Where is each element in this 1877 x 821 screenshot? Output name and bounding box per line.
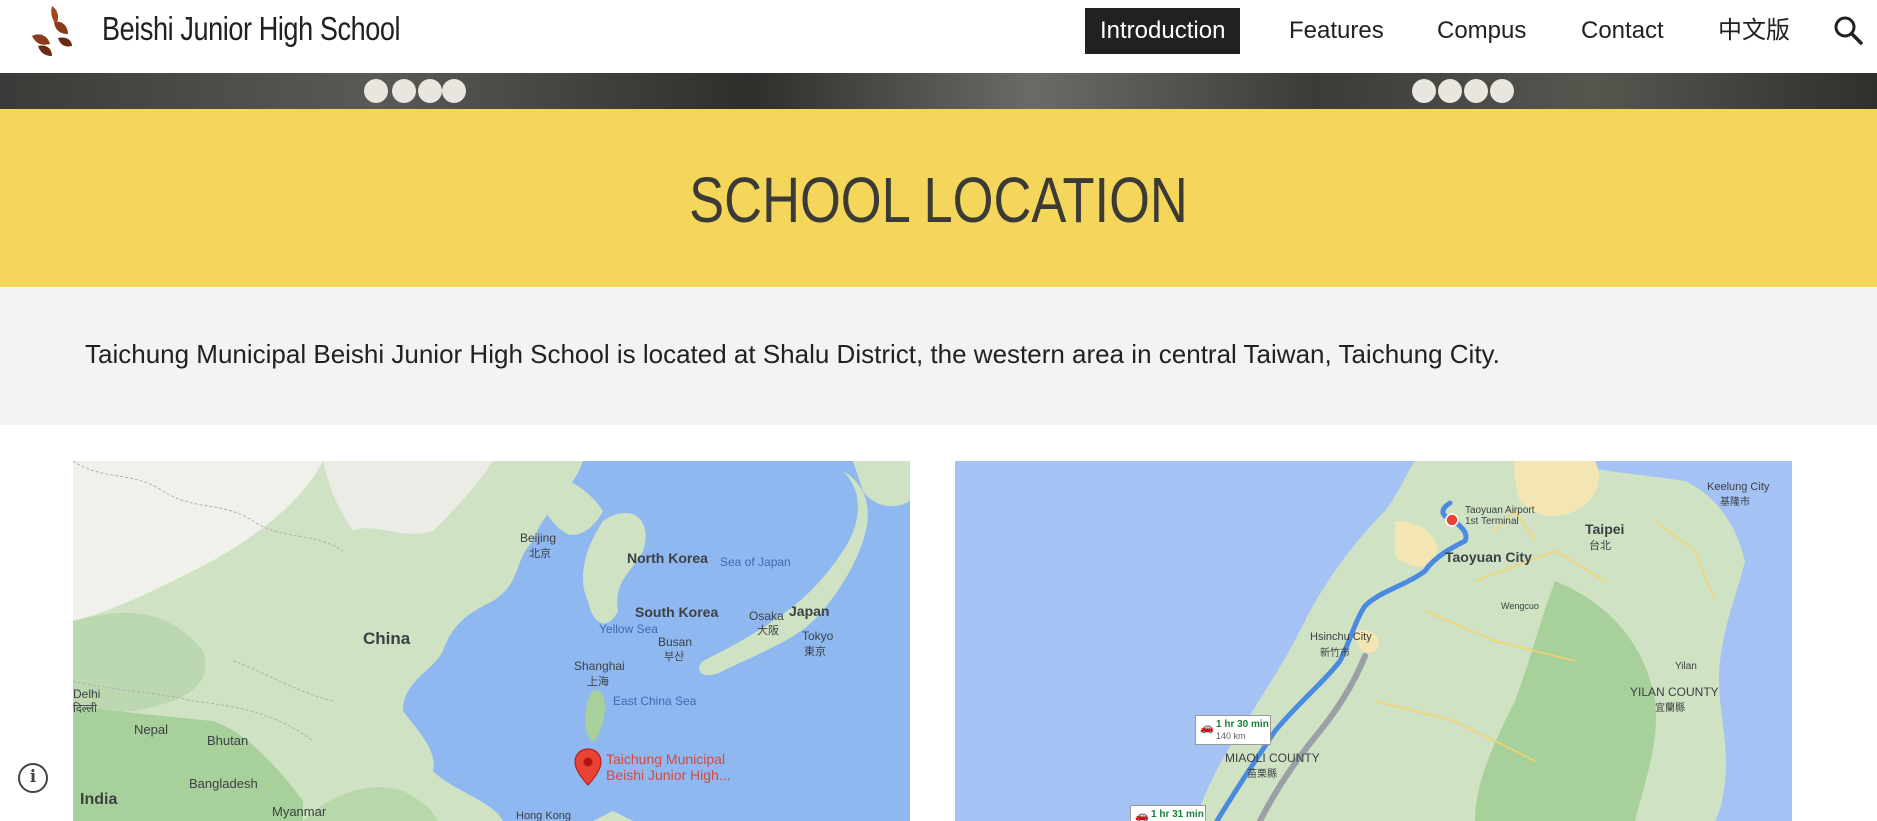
map-label-taipei: Taipei [1585, 521, 1625, 537]
hero-decoration [442, 79, 466, 103]
car-icon: 🚗 [1135, 810, 1149, 821]
map-label-tokyo-ja: 東京 [804, 646, 826, 658]
map-label-busan-ko: 부산 [664, 651, 685, 663]
site-info-button[interactable]: i [18, 763, 48, 793]
east-asia-map[interactable]: Beijing 北京 North Korea Sea of Japan Sout… [73, 461, 910, 821]
location-description: Taichung Municipal Beishi Junior High Sc… [85, 339, 1500, 369]
map-label-yilan-county-zh: 宜蘭縣 [1655, 703, 1685, 714]
site-title[interactable]: Beishi Junior High School [102, 10, 401, 48]
map-marker-label-line1: Taichung Municipal [606, 751, 726, 767]
nav-chinese-version[interactable]: 中文版 [1703, 8, 1805, 54]
map-label-airport-line1: Taoyuan Airport [1465, 505, 1535, 516]
map-label-beijing-zh: 北京 [529, 548, 551, 560]
map-label-hsinchu-zh: 新竹市 [1320, 648, 1350, 659]
map-label-north-korea: North Korea [627, 550, 708, 566]
leaf-logo-icon[interactable] [28, 2, 76, 58]
title-band: SCHOOL LOCATION [0, 109, 1877, 287]
map-label-taipei-zh: 台北 [1589, 540, 1611, 552]
info-icon: i [29, 767, 37, 787]
map-label-japan: Japan [789, 603, 830, 619]
map-label-china: China [363, 629, 411, 648]
hero-decoration [418, 79, 442, 103]
map-label-keelung-zh: 基隆市 [1720, 497, 1750, 508]
map-label-east-china-sea: East China Sea [613, 694, 697, 708]
map-label-osaka: Osaka [749, 609, 784, 623]
search-icon[interactable] [1832, 14, 1864, 46]
map-label-yellow-sea: Yellow Sea [599, 622, 658, 636]
map-label-sea-of-japan: Sea of Japan [720, 555, 791, 569]
map-label-bhutan: Bhutan [207, 733, 249, 748]
route-callout-2[interactable]: 🚗 1 hr 31 min [1130, 805, 1206, 821]
site-header: Beishi Junior High School Introduction F… [0, 0, 1877, 73]
description-band: Taichung Municipal Beishi Junior High Sc… [0, 287, 1877, 425]
map-label-hsinchu: Hsinchu City [1310, 631, 1372, 643]
map-label-busan: Busan [658, 635, 693, 649]
map-label-shanghai-zh: 上海 [587, 676, 609, 688]
map-pin-icon[interactable] [574, 748, 602, 786]
hero-decoration [364, 79, 388, 103]
route-1-time: 1 hr 30 min [1216, 719, 1269, 730]
map-label-taoyuan: Taoyuan City [1445, 549, 1532, 565]
nav-compus[interactable]: Compus [1422, 8, 1541, 54]
airport-marker-icon[interactable] [1445, 513, 1459, 527]
taiwan-route-map-graphic [1195, 461, 1745, 821]
hero-decoration [1412, 79, 1436, 103]
map-label-yilan-county: YILAN COUNTY [1630, 685, 1719, 699]
hero-decoration [1490, 79, 1514, 103]
hero-decoration [1464, 79, 1488, 103]
taiwan-route-map[interactable]: Keelung City 基隆市 Taoyuan Airport 1st Ter… [955, 461, 1792, 821]
map-label-south-korea: South Korea [635, 604, 719, 620]
route-2-time: 1 hr 31 min [1151, 809, 1204, 820]
map-label-bangladesh: Bangladesh [189, 776, 258, 791]
route-1-distance: 140 km [1216, 731, 1246, 741]
map-label-delhi-hi: दिल्ली [73, 703, 97, 715]
map-label-airport-line2: 1st Terminal [1465, 516, 1519, 527]
car-icon: 🚗 [1200, 722, 1214, 734]
map-label-delhi: Delhi [73, 687, 101, 701]
nav-features[interactable]: Features [1274, 8, 1399, 54]
map-label-nepal: Nepal [134, 722, 168, 737]
map-label-india: India [80, 791, 118, 808]
map-label-wengcuo: Wengcuo [1501, 601, 1539, 611]
map-label-beijing: Beijing [520, 531, 557, 545]
map-label-shanghai: Shanghai [574, 659, 625, 673]
map-label-miaoli-zh: 苗栗縣 [1247, 769, 1277, 780]
hero-image-strip [0, 73, 1877, 109]
east-asia-map-graphic [73, 461, 910, 821]
hero-decoration [1438, 79, 1462, 103]
hero-decoration [392, 79, 416, 103]
page-title: SCHOOL LOCATION [689, 164, 1188, 236]
map-label-keelung: Keelung City [1707, 481, 1770, 493]
map-marker-label-line2: Beishi Junior High... [606, 767, 731, 783]
map-label-yilan: Yilan [1675, 661, 1697, 672]
map-label-miaoli: MIAOLI COUNTY [1225, 751, 1320, 765]
map-label-hong-kong: Hong Kong [516, 810, 572, 821]
nav-contact[interactable]: Contact [1566, 8, 1679, 54]
map-label-osaka-ja: 大阪 [757, 625, 779, 637]
nav-introduction[interactable]: Introduction [1085, 8, 1241, 54]
map-label-myanmar: Myanmar [272, 804, 327, 819]
route-callout-1[interactable]: 🚗 1 hr 30 min 140 km [1195, 715, 1271, 745]
map-label-tokyo: Tokyo [802, 629, 834, 643]
